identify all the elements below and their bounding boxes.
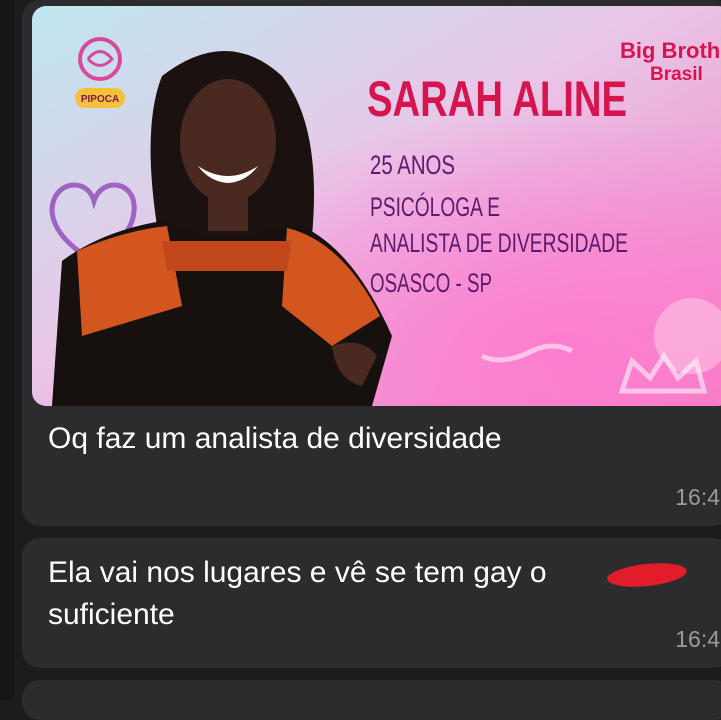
svg-text:25 ANOS: 25 ANOS bbox=[370, 150, 455, 180]
svg-text:PIPOCA: PIPOCA bbox=[81, 94, 119, 105]
message-text: Oq faz um analista de diversidade bbox=[48, 422, 502, 455]
svg-text:Brasil: Brasil bbox=[650, 64, 703, 85]
svg-text:ANALISTA DE DIVERSIDADE: ANALISTA DE DIVERSIDADE bbox=[370, 228, 628, 258]
message-time: 16:4 bbox=[675, 626, 720, 652]
message-line-1: Ela vai nos lugares e vê se tem gay o bbox=[48, 556, 547, 589]
svg-text:OSASCO - SP: OSASCO - SP bbox=[370, 268, 492, 298]
svg-text:PSICÓLOGA E: PSICÓLOGA E bbox=[370, 191, 500, 222]
message-bubble-text[interactable]: Ela vai nos lugares e vê se tem gay o su… bbox=[22, 538, 721, 668]
message-time: 16:4 bbox=[675, 484, 720, 510]
message-bubble-image[interactable]: PIPOCA Big Brother Brasil SARAH ALINE bbox=[22, 0, 721, 526]
message-bubble-partial[interactable] bbox=[22, 680, 721, 720]
message-line-2: suficiente bbox=[48, 598, 175, 631]
message-text: Ela vai nos lugares e vê se tem gay o su… bbox=[48, 552, 708, 636]
participant-name: SARAH ALINE bbox=[367, 71, 627, 127]
shared-image[interactable]: PIPOCA Big Brother Brasil SARAH ALINE bbox=[32, 6, 721, 406]
bbb-participant-card: PIPOCA Big Brother Brasil SARAH ALINE bbox=[32, 6, 721, 406]
chat-left-edge bbox=[0, 0, 14, 700]
svg-text:Big Brother: Big Brother bbox=[620, 38, 721, 63]
